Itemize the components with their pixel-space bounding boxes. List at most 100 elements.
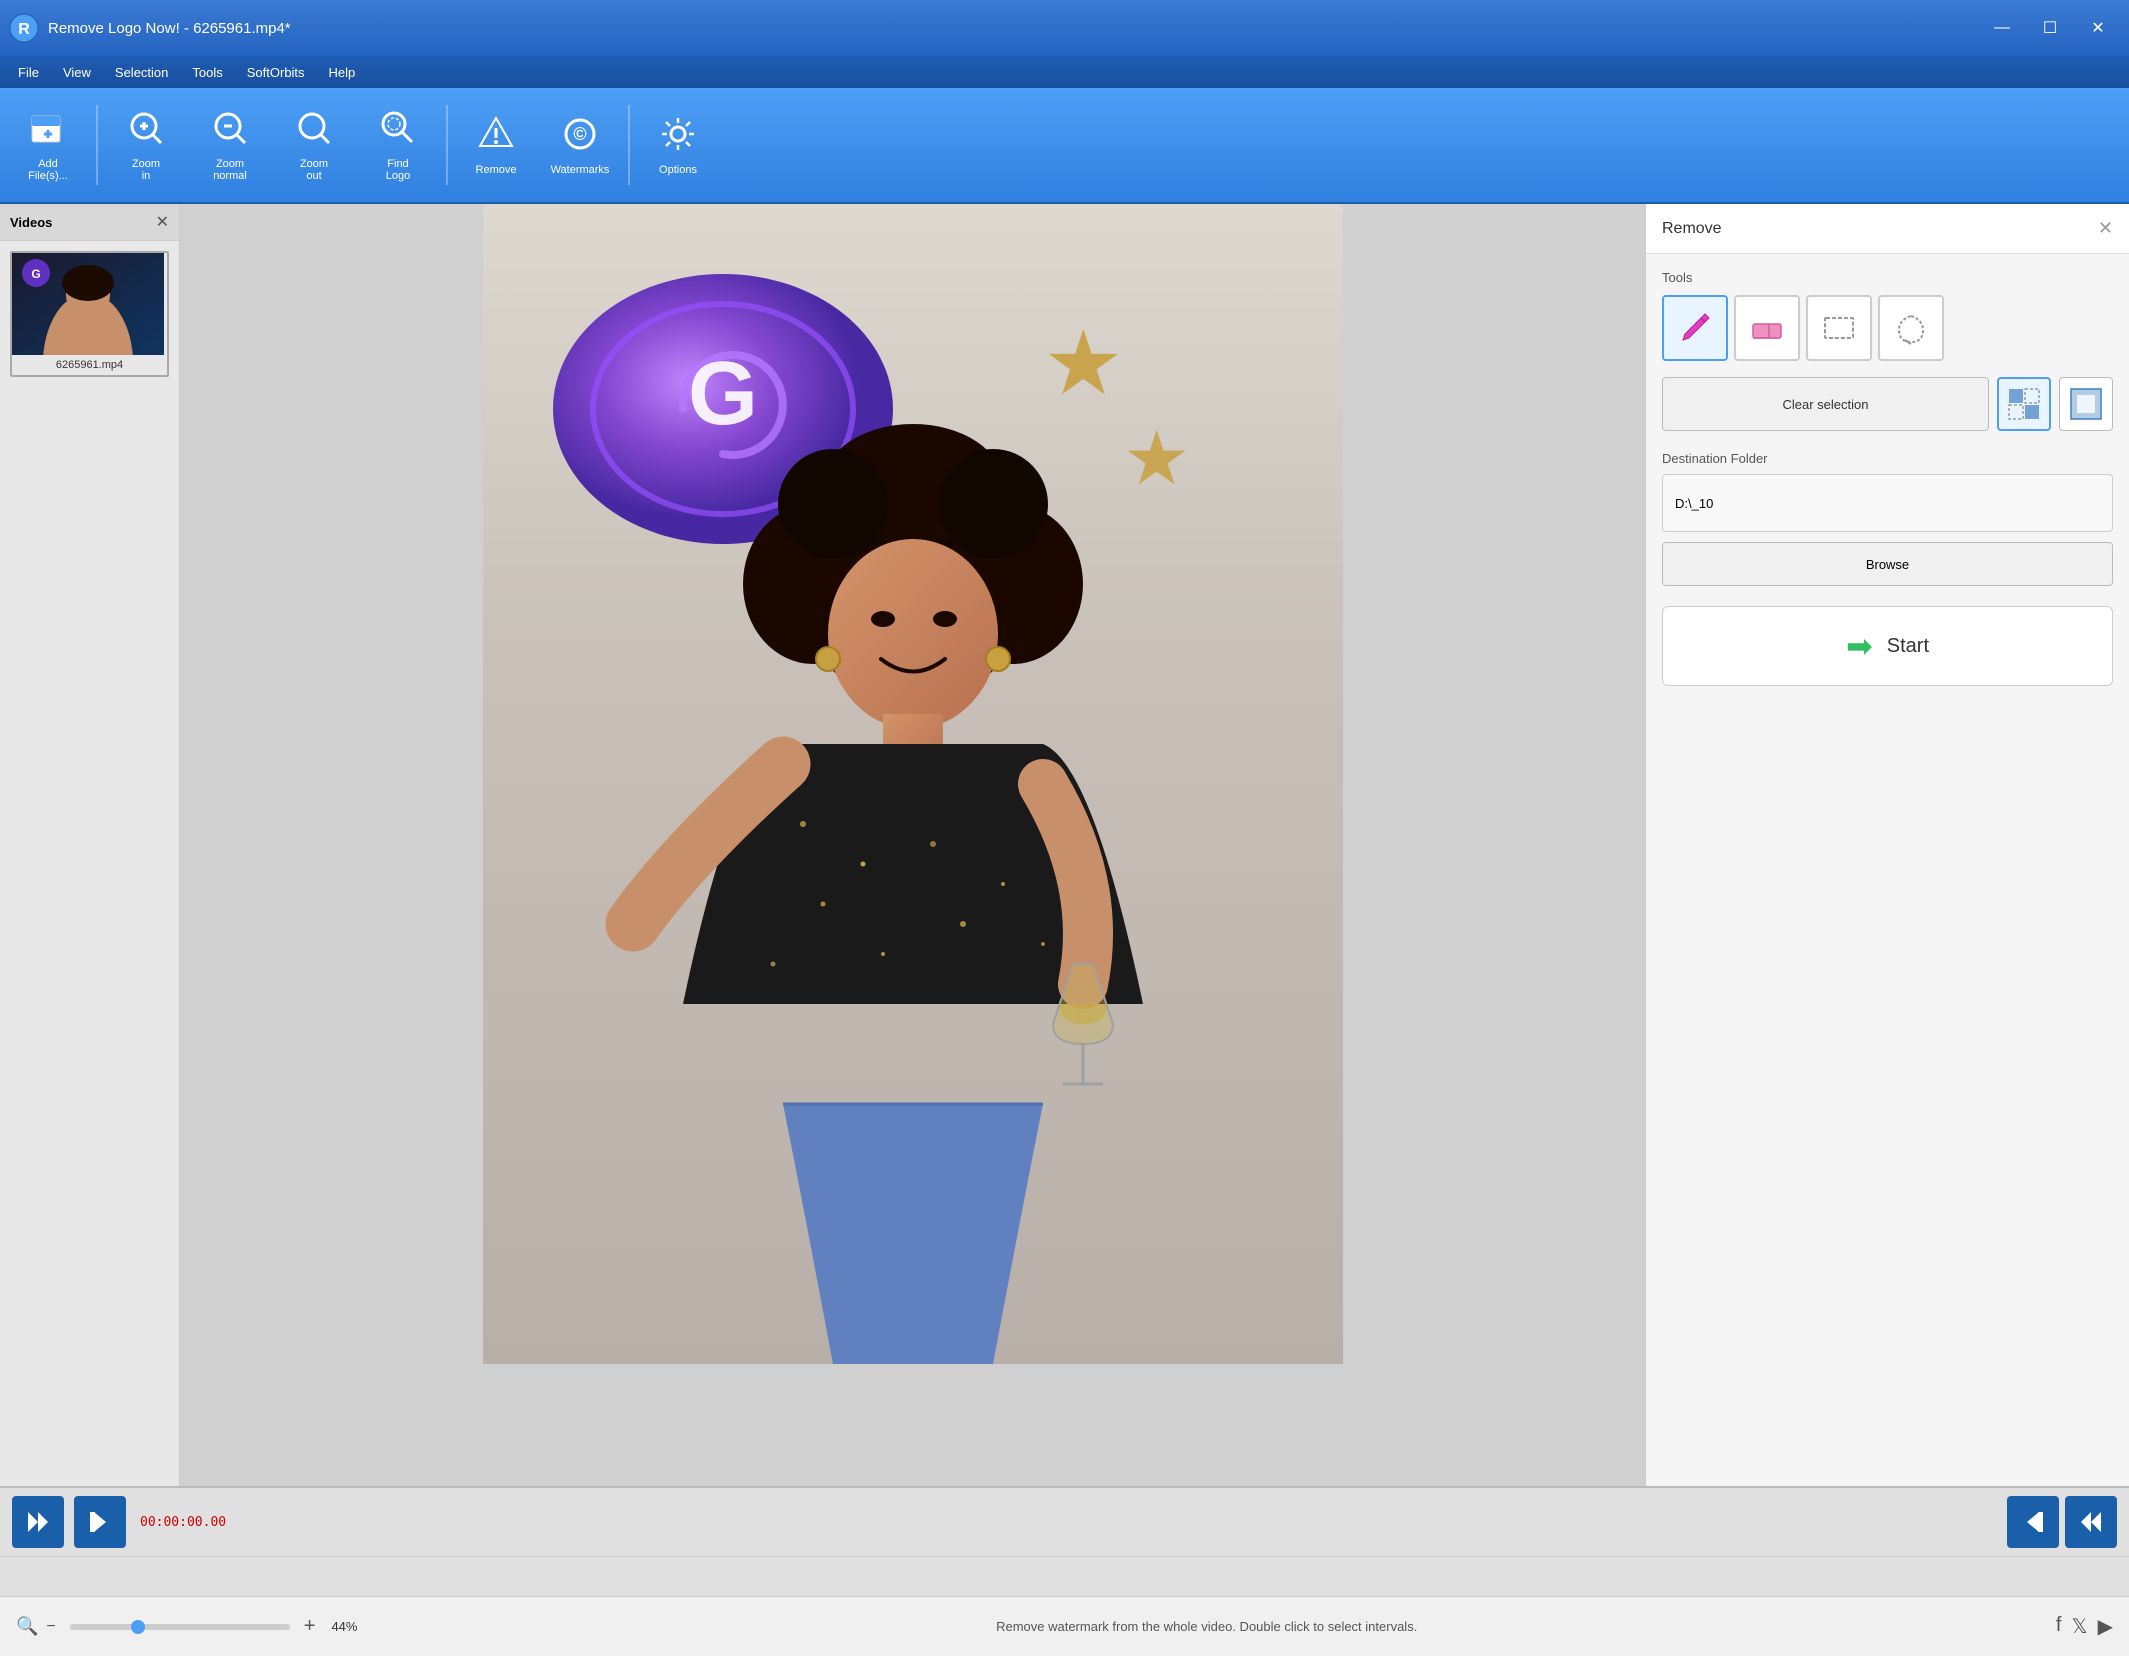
statusbar: 🔍 − + 44% Remove watermark from the whol… bbox=[0, 1596, 2129, 1656]
toolbar-separator-2 bbox=[446, 105, 448, 185]
youtube-icon[interactable]: ▶ bbox=[2098, 1614, 2113, 1639]
menu-tools[interactable]: Tools bbox=[182, 61, 232, 84]
panel-close-button[interactable]: ✕ bbox=[2098, 218, 2113, 239]
svg-text:★: ★ bbox=[1123, 416, 1190, 500]
main-content: Videos ✕ bbox=[0, 204, 2129, 1486]
menu-help[interactable]: Help bbox=[319, 61, 366, 84]
right-panel: Remove ✕ Tools bbox=[1645, 204, 2129, 1486]
titlebar-left: R Remove Logo Now! - 6265961.mp4* bbox=[8, 12, 291, 44]
watermarks-button[interactable]: © Watermarks bbox=[540, 95, 620, 195]
close-button[interactable]: ✕ bbox=[2075, 12, 2121, 44]
prev-frame-button[interactable] bbox=[74, 1496, 126, 1548]
zoom-min-icon: − bbox=[46, 1618, 55, 1636]
titlebar: R Remove Logo Now! - 6265961.mp4* — ☐ ✕ bbox=[0, 0, 2129, 56]
zoom-in-icon bbox=[126, 108, 166, 154]
destination-input[interactable] bbox=[1662, 474, 2113, 532]
window-controls: — ☐ ✕ bbox=[1979, 12, 2121, 44]
zoom-slider[interactable] bbox=[70, 1624, 290, 1630]
selection-mode-exclude-button[interactable] bbox=[2059, 377, 2113, 431]
panel-title: Remove bbox=[1662, 220, 1722, 238]
browse-button[interactable]: Browse bbox=[1662, 542, 2113, 586]
zoom-normal-icon bbox=[210, 108, 250, 154]
zoom-in-label: Zoomin bbox=[132, 158, 160, 182]
zoom-handle bbox=[131, 1620, 145, 1634]
rect-select-tool-button[interactable] bbox=[1806, 295, 1872, 361]
app-icon: R bbox=[8, 12, 40, 44]
zoom-out-label: Zoomout bbox=[300, 158, 328, 182]
next-frame-button[interactable] bbox=[2007, 1496, 2059, 1548]
start-button[interactable]: ➡ Start bbox=[1662, 606, 2113, 686]
selection-mode-include-button[interactable] bbox=[1997, 377, 2051, 431]
status-right: f 𝕏 ▶ bbox=[2056, 1614, 2113, 1639]
lasso-tool-button[interactable] bbox=[1878, 295, 1944, 361]
timeline-right-controls bbox=[2007, 1496, 2117, 1548]
zoom-normal-button[interactable]: Zoomnormal bbox=[190, 95, 270, 195]
menu-view[interactable]: View bbox=[53, 61, 101, 84]
selection-row: Clear selection bbox=[1662, 377, 2113, 431]
eraser-tool-button[interactable] bbox=[1734, 295, 1800, 361]
status-text: Remove watermark from the whole video. D… bbox=[996, 1619, 1417, 1634]
toolbar-separator-3 bbox=[628, 105, 630, 185]
watermarks-icon: © bbox=[560, 114, 600, 160]
panel-header: Remove ✕ bbox=[1646, 204, 2129, 254]
svg-text:G: G bbox=[687, 344, 757, 444]
zoom-max-icon: + bbox=[304, 1615, 316, 1638]
zoom-out-button[interactable]: Zoomout bbox=[274, 95, 354, 195]
minimize-button[interactable]: — bbox=[1979, 12, 2025, 44]
maximize-button[interactable]: ☐ bbox=[2027, 12, 2073, 44]
preview-canvas: G ★ ★ bbox=[483, 204, 1343, 1364]
menu-selection[interactable]: Selection bbox=[105, 61, 178, 84]
facebook-icon[interactable]: f bbox=[2056, 1614, 2062, 1639]
video-thumb-image: G bbox=[12, 253, 164, 355]
svg-text:G: G bbox=[31, 267, 40, 281]
toolbar-separator-1 bbox=[96, 105, 98, 185]
window-title: Remove Logo Now! - 6265961.mp4* bbox=[48, 20, 291, 37]
zoom-normal-label: Zoomnormal bbox=[213, 158, 247, 182]
zoom-out-icon[interactable]: 🔍 bbox=[16, 1616, 38, 1637]
zoom-level: 44% bbox=[331, 1619, 357, 1634]
add-files-button[interactable]: AddFile(s)... bbox=[8, 95, 88, 195]
current-time: 00:00:00.00 bbox=[140, 1515, 226, 1530]
preview-area: G ★ ★ bbox=[180, 204, 1645, 1486]
add-files-icon bbox=[28, 108, 68, 154]
sidebar-header: Videos ✕ bbox=[0, 204, 179, 241]
twitter-icon[interactable]: 𝕏 bbox=[2071, 1614, 2087, 1639]
skip-to-end-button[interactable] bbox=[2065, 1496, 2117, 1548]
find-logo-icon bbox=[378, 108, 418, 154]
remove-button[interactable]: Remove bbox=[456, 95, 536, 195]
svg-text:R: R bbox=[18, 21, 30, 38]
status-center-text: Remove watermark from the whole video. D… bbox=[357, 1619, 2055, 1634]
find-logo-label: FindLogo bbox=[386, 158, 410, 182]
options-label: Options bbox=[659, 164, 697, 176]
video-filename: 6265961.mp4 bbox=[12, 355, 167, 375]
remove-label: Remove bbox=[476, 164, 517, 176]
options-icon bbox=[658, 114, 698, 160]
zoom-out-icon bbox=[294, 108, 334, 154]
options-button[interactable]: Options bbox=[638, 95, 718, 195]
sidebar-title: Videos bbox=[10, 215, 52, 230]
sidebar-close-button[interactable]: ✕ bbox=[156, 212, 169, 232]
rewind-to-start-button[interactable] bbox=[12, 1496, 64, 1548]
timeline-controls: 00:00:00.00 bbox=[0, 1488, 2129, 1557]
svg-text:©: © bbox=[573, 124, 586, 144]
status-left: 🔍 − + 44% bbox=[16, 1615, 357, 1638]
start-label: Start bbox=[1887, 635, 1929, 658]
menu-file[interactable]: File bbox=[8, 61, 49, 84]
pencil-tool-button[interactable] bbox=[1662, 295, 1728, 361]
zoom-in-button[interactable]: Zoomin bbox=[106, 95, 186, 195]
timeline: 00:00:00.00 bbox=[0, 1486, 2129, 1596]
video-thumbnail-item[interactable]: G 6265961.mp4 bbox=[10, 251, 169, 377]
menubar: File View Selection Tools SoftOrbits Hel… bbox=[0, 56, 2129, 88]
tools-row bbox=[1662, 295, 2113, 361]
remove-icon bbox=[476, 114, 516, 160]
clear-selection-button[interactable]: Clear selection bbox=[1662, 377, 1989, 431]
add-files-label: AddFile(s)... bbox=[28, 158, 68, 182]
svg-text:★: ★ bbox=[1043, 314, 1124, 414]
start-arrow-icon: ➡ bbox=[1846, 627, 1873, 665]
toolbar: AddFile(s)... Zoomin Zoomnormal bbox=[0, 88, 2129, 204]
find-logo-button[interactable]: FindLogo bbox=[358, 95, 438, 195]
watermarks-label: Watermarks bbox=[551, 164, 610, 176]
sidebar: Videos ✕ bbox=[0, 204, 180, 1486]
destination-label: Destination Folder bbox=[1662, 451, 2113, 466]
menu-softorbits[interactable]: SoftOrbits bbox=[237, 61, 315, 84]
